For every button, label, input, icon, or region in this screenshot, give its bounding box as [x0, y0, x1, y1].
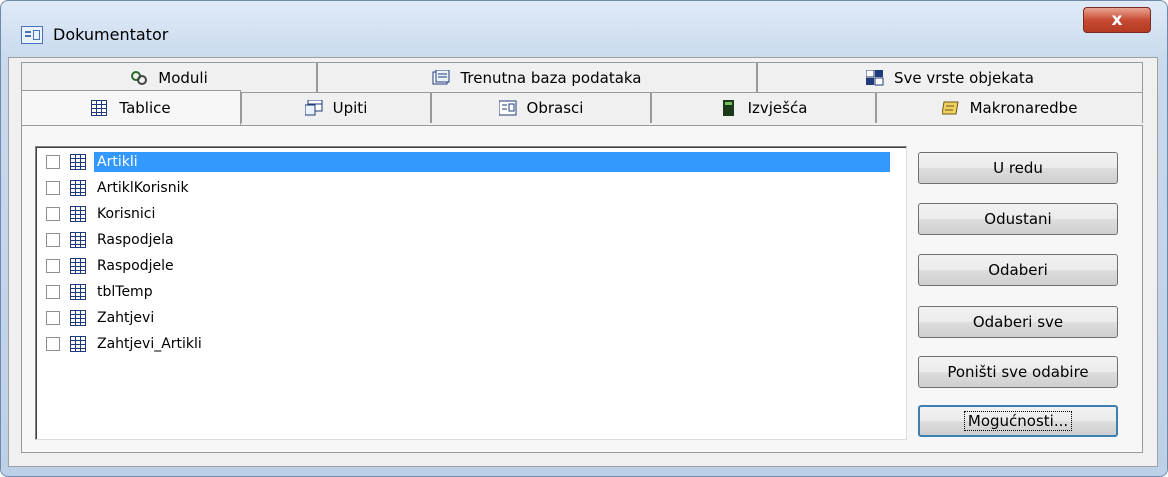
tab-label: Upiti	[332, 99, 368, 117]
tab-label: Moduli	[158, 69, 208, 87]
item-label: Raspodjela	[97, 232, 174, 248]
tab-label: Trenutna baza podataka	[460, 69, 642, 87]
tab-izvjesca[interactable]: Izvješća	[651, 92, 876, 123]
database-icon	[432, 69, 450, 86]
list-item[interactable]: Raspodjela	[46, 228, 177, 252]
list-item[interactable]: Zahtjevi_Artikli	[46, 332, 205, 356]
item-checkbox[interactable]	[46, 207, 60, 221]
documenter-app-icon	[21, 26, 43, 44]
select-all-button[interactable]: Odaberi sve	[918, 306, 1118, 338]
table-icon	[70, 232, 86, 248]
tab-upiti[interactable]: Upiti	[241, 92, 431, 123]
tab-label: Sve vrste objekata	[894, 69, 1034, 87]
all-objects-icon	[865, 69, 884, 86]
list-item[interactable]: Raspodjele	[46, 254, 177, 278]
item-label: tblTemp	[97, 284, 153, 300]
item-checkbox[interactable]	[46, 181, 60, 195]
item-label: Korisnici	[97, 206, 156, 222]
options-button[interactable]: Mogućnosti...	[918, 405, 1118, 437]
tab-sve-vrste[interactable]: Sve vrste objekata	[757, 62, 1143, 93]
list-item[interactable]: Artikli	[46, 150, 890, 174]
item-label: Zahtjevi	[97, 310, 155, 326]
close-button[interactable]: x	[1083, 7, 1151, 33]
tab-label: Tablice	[119, 99, 171, 117]
table-icon	[70, 284, 86, 300]
form-icon	[498, 100, 517, 116]
tab-label: Makronaredbe	[969, 99, 1078, 117]
select-button[interactable]: Odaberi	[918, 254, 1118, 286]
item-checkbox[interactable]	[46, 155, 60, 169]
title-bar[interactable]: Dokumentator x	[1, 1, 1167, 44]
table-icon	[91, 100, 109, 116]
list-item[interactable]: ArtiklKorisnik	[46, 176, 192, 200]
table-icon	[70, 258, 86, 274]
list-item[interactable]: Zahtjevi	[46, 306, 157, 330]
options-button-label: Mogućnosti...	[963, 411, 1073, 431]
list-item[interactable]: tblTemp	[46, 280, 156, 304]
item-label: Raspodjele	[97, 258, 174, 274]
table-icon	[70, 310, 86, 326]
report-icon	[720, 100, 738, 116]
tab-moduli[interactable]: Moduli	[21, 62, 317, 93]
tab-makronaredbe[interactable]: Makronaredbe	[876, 92, 1143, 123]
ok-button[interactable]: U redu	[918, 152, 1118, 184]
item-checkbox[interactable]	[46, 311, 60, 325]
table-icon	[70, 206, 86, 222]
item-checkbox[interactable]	[46, 259, 60, 273]
tab-row-bottom: Tablice Upiti Obrasci Izvješća Makronare…	[21, 90, 1143, 126]
item-label: Zahtjevi_Artikli	[97, 336, 202, 352]
item-label: Artikli	[94, 152, 890, 172]
macro-icon	[940, 100, 960, 116]
tables-listbox[interactable]: Artikli ArtiklKorisnik Korisnici Raspodj…	[35, 146, 907, 440]
query-icon	[304, 99, 323, 116]
deselect-all-button[interactable]: Poništi sve odabire	[918, 356, 1118, 388]
tab-label: Obrasci	[526, 99, 584, 117]
item-checkbox[interactable]	[46, 285, 60, 299]
window-title: Dokumentator	[53, 25, 169, 44]
item-checkbox[interactable]	[46, 337, 60, 351]
tab-tablice[interactable]: Tablice	[21, 90, 241, 125]
modules-icon	[130, 70, 148, 86]
item-checkbox[interactable]	[46, 233, 60, 247]
cancel-button[interactable]: Odustani	[918, 203, 1118, 235]
list-item[interactable]: Korisnici	[46, 202, 158, 226]
tab-trenutna-baza[interactable]: Trenutna baza podataka	[317, 62, 757, 93]
tab-label: Izvješća	[747, 99, 808, 117]
tab-obrasci[interactable]: Obrasci	[431, 92, 651, 123]
table-icon	[70, 154, 86, 170]
table-icon	[70, 336, 86, 352]
table-icon	[70, 180, 86, 196]
item-label: ArtiklKorisnik	[97, 180, 189, 196]
